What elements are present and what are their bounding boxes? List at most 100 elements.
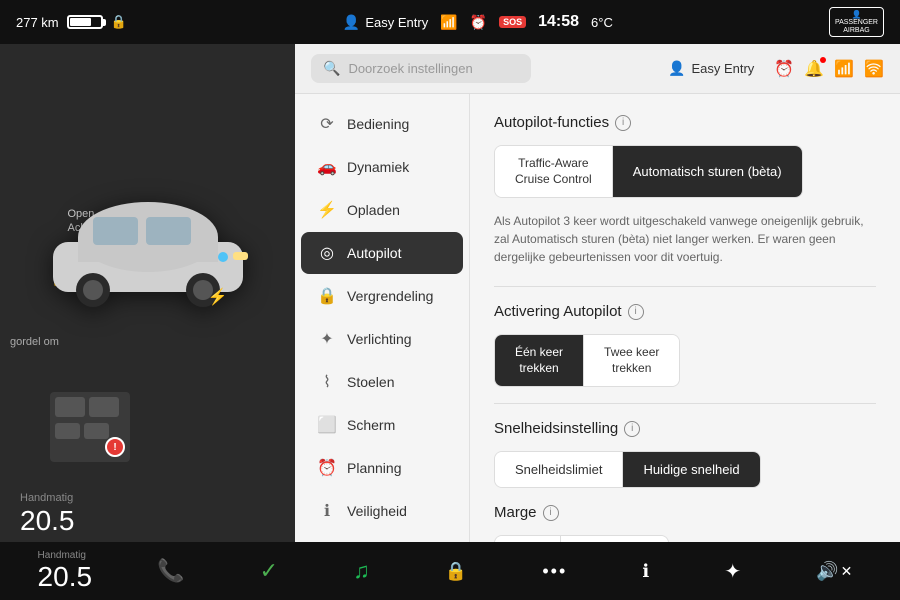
handmatig-taskbar-label: Handmatig (38, 550, 86, 561)
alarm-icon: ⏰ (470, 14, 487, 31)
floor-mat-icon: ! (50, 392, 130, 462)
taskbar-info[interactable]: ℹ (632, 555, 659, 588)
divider-1 (494, 286, 876, 287)
opladen-icon: ⚡ (317, 200, 337, 220)
sidebar-item-bediening[interactable]: ⟳ Bediening (301, 103, 463, 145)
gordel-label: gordel om (10, 336, 285, 348)
profile-label: 👤 Easy Entry (343, 14, 428, 31)
marge-title: Marge i (494, 504, 876, 521)
snelheidsinstelling-title: Snelheidsinstelling i (494, 420, 876, 437)
battery-km: 277 km (16, 15, 59, 30)
settings-header: 🔍 Doorzoek instellingen 👤 Easy Entry ⏰ 🔔… (295, 44, 900, 94)
auto-sturen-btn[interactable]: Automatisch sturen (bèta) (613, 146, 802, 197)
autopilot-functions-buttons: Traffic-Aware Cruise Control Automatisch… (494, 145, 803, 198)
autopilot-functions-info-icon[interactable]: i (615, 115, 631, 131)
huidige-snelheid-btn[interactable]: Huidige snelheid (623, 452, 759, 487)
autopilot-description: Als Autopilot 3 keer wordt uitgeschakeld… (494, 212, 876, 266)
marge-buttons: Vast Percentage (494, 535, 669, 542)
phone-icon: 📞 (157, 558, 184, 584)
main-content: Open Achterbak 🔒 (0, 44, 900, 542)
twee-keer-btn[interactable]: Twee keer trekken (584, 335, 679, 386)
sidebar-label-veiligheid: Veiligheid (347, 503, 407, 519)
checkmark-icon: ✓ (260, 558, 278, 584)
taskbar-checkmark[interactable]: ✓ (250, 552, 288, 590)
taskbar-more[interactable]: ••• (532, 555, 577, 588)
activering-buttons: Één keer trekken Twee keer trekken (494, 334, 680, 387)
search-box[interactable]: 🔍 Doorzoek instellingen (311, 54, 531, 83)
nav-sidebar: ⟳ Bediening 🚗 Dynamiek ⚡ Opladen ◎ Autop… (295, 94, 470, 542)
bell-icon: 🔔 (804, 61, 824, 78)
speed-taskbar-area: Handmatig 20.5 (38, 550, 93, 593)
sidebar-label-verlichting: Verlichting (347, 331, 412, 347)
status-right: 👤 PASSENGERAIRBAG (829, 7, 884, 38)
stoelen-icon: ⌇ (317, 372, 337, 392)
speed-display: 20.5 (20, 505, 75, 537)
taskbar: Handmatig 20.5 📞 ✓ ♫ 🔒 ••• ℹ ✦ 🔊 ✕ (0, 542, 900, 600)
taskbar-spotify[interactable]: ♫ (343, 552, 380, 590)
sidebar-label-planning: Planning (347, 460, 402, 476)
taskbar-volume[interactable]: 🔊 ✕ (806, 555, 862, 588)
traffic-aware-btn[interactable]: Traffic-Aware Cruise Control (495, 146, 613, 197)
handmatig-label: Handmatig (20, 492, 73, 504)
header-profile: 👤 Easy Entry (668, 60, 754, 77)
car-image-area: Open Achterbak 🔒 (0, 44, 295, 384)
temperature-display: 6°C (591, 15, 613, 30)
taskbar-apps[interactable]: ✦ (714, 553, 751, 590)
activering-autopilot-title: Activering Autopilot i (494, 303, 876, 320)
snelheid-buttons: Snelheidslimiet Huidige snelheid (494, 451, 761, 488)
sidebar-item-vergrendeling[interactable]: 🔒 Vergrendeling (301, 275, 463, 317)
status-center: 👤 Easy Entry 📶 ⏰ SOS 14:58 6°C (127, 13, 829, 31)
sidebar-label-opladen: Opladen (347, 202, 400, 218)
taskbar-phone[interactable]: 📞 (147, 552, 194, 590)
sidebar-label-autopilot: Autopilot (347, 245, 401, 261)
sidebar-item-dynamiek[interactable]: 🚗 Dynamiek (301, 146, 463, 188)
sidebar-item-veiligheid[interactable]: ℹ Veiligheid (301, 490, 463, 532)
autopilot-functions-title: Autopilot-functies i (494, 114, 876, 131)
header-icons: ⏰ 🔔 📶 🛜 (774, 59, 884, 79)
marge-info-icon[interactable]: i (543, 505, 559, 521)
sidebar-item-opladen[interactable]: ⚡ Opladen (301, 189, 463, 231)
planning-icon: ⏰ (317, 458, 337, 478)
vergrendeling-icon: 🔒 (317, 286, 337, 306)
verlichting-icon: ✦ (317, 329, 337, 349)
apps-icon: ✦ (724, 559, 741, 584)
wifi-icon: 🛜 (864, 59, 884, 79)
sidebar-item-verlichting[interactable]: ✦ Verlichting (301, 318, 463, 360)
spotify-icon: ♫ (353, 558, 370, 584)
activering-info-icon[interactable]: i (628, 304, 644, 320)
time-display: 14:58 (538, 13, 579, 31)
wifi-status-icon: 📶 (440, 14, 457, 31)
notification-dot (820, 57, 826, 63)
settings-panel: 🔍 Doorzoek instellingen 👤 Easy Entry ⏰ 🔔… (295, 44, 900, 542)
sidebar-label-vergrendeling: Vergrendeling (347, 288, 433, 304)
header-person-icon: 👤 (668, 60, 685, 77)
snelheidsinstelling-section: Snelheidsinstelling i Snelheidslimiet Hu… (494, 420, 876, 488)
mute-indicator: ✕ (841, 563, 853, 580)
charge-indicator: ⚡ (208, 287, 228, 307)
search-icon: 🔍 (323, 60, 340, 77)
bell-icon-wrapper: 🔔 (804, 59, 824, 79)
lock-status-icon: 🔒 (111, 14, 127, 30)
status-bar: 277 km 🔒 👤 Easy Entry 📶 ⏰ SOS 14:58 6°C … (0, 0, 900, 44)
sidebar-item-stoelen[interactable]: ⌇ Stoelen (301, 361, 463, 403)
volume-icon: 🔊 (816, 561, 838, 582)
snelheidsinstelling-info-icon[interactable]: i (624, 421, 640, 437)
een-keer-btn[interactable]: Één keer trekken (495, 335, 584, 386)
dynamiek-icon: 🚗 (317, 157, 337, 177)
divider-2 (494, 403, 876, 404)
sidebar-item-planning[interactable]: ⏰ Planning (301, 447, 463, 489)
search-placeholder: Doorzoek instellingen (348, 61, 472, 76)
settings-body: ⟳ Bediening 🚗 Dynamiek ⚡ Opladen ◎ Autop… (295, 94, 900, 542)
sidebar-item-scherm[interactable]: ⬜ Scherm (301, 404, 463, 446)
sidebar-label-dynamiek: Dynamiek (347, 159, 409, 175)
person-icon: 👤 (343, 14, 360, 31)
sidebar-item-autopilot[interactable]: ◎ Autopilot (301, 232, 463, 274)
sidebar-item-service[interactable]: 🔧 Service (301, 533, 463, 542)
snelheidslimiet-btn[interactable]: Snelheidslimiet (495, 452, 623, 487)
interior-area: gordel om ! (10, 336, 285, 462)
bediening-icon: ⟳ (317, 114, 337, 134)
battery-icon (67, 15, 103, 29)
status-left: 277 km 🔒 (16, 14, 127, 30)
taskbar-lock[interactable]: 🔒 (435, 555, 477, 588)
scherm-icon: ⬜ (317, 415, 337, 435)
